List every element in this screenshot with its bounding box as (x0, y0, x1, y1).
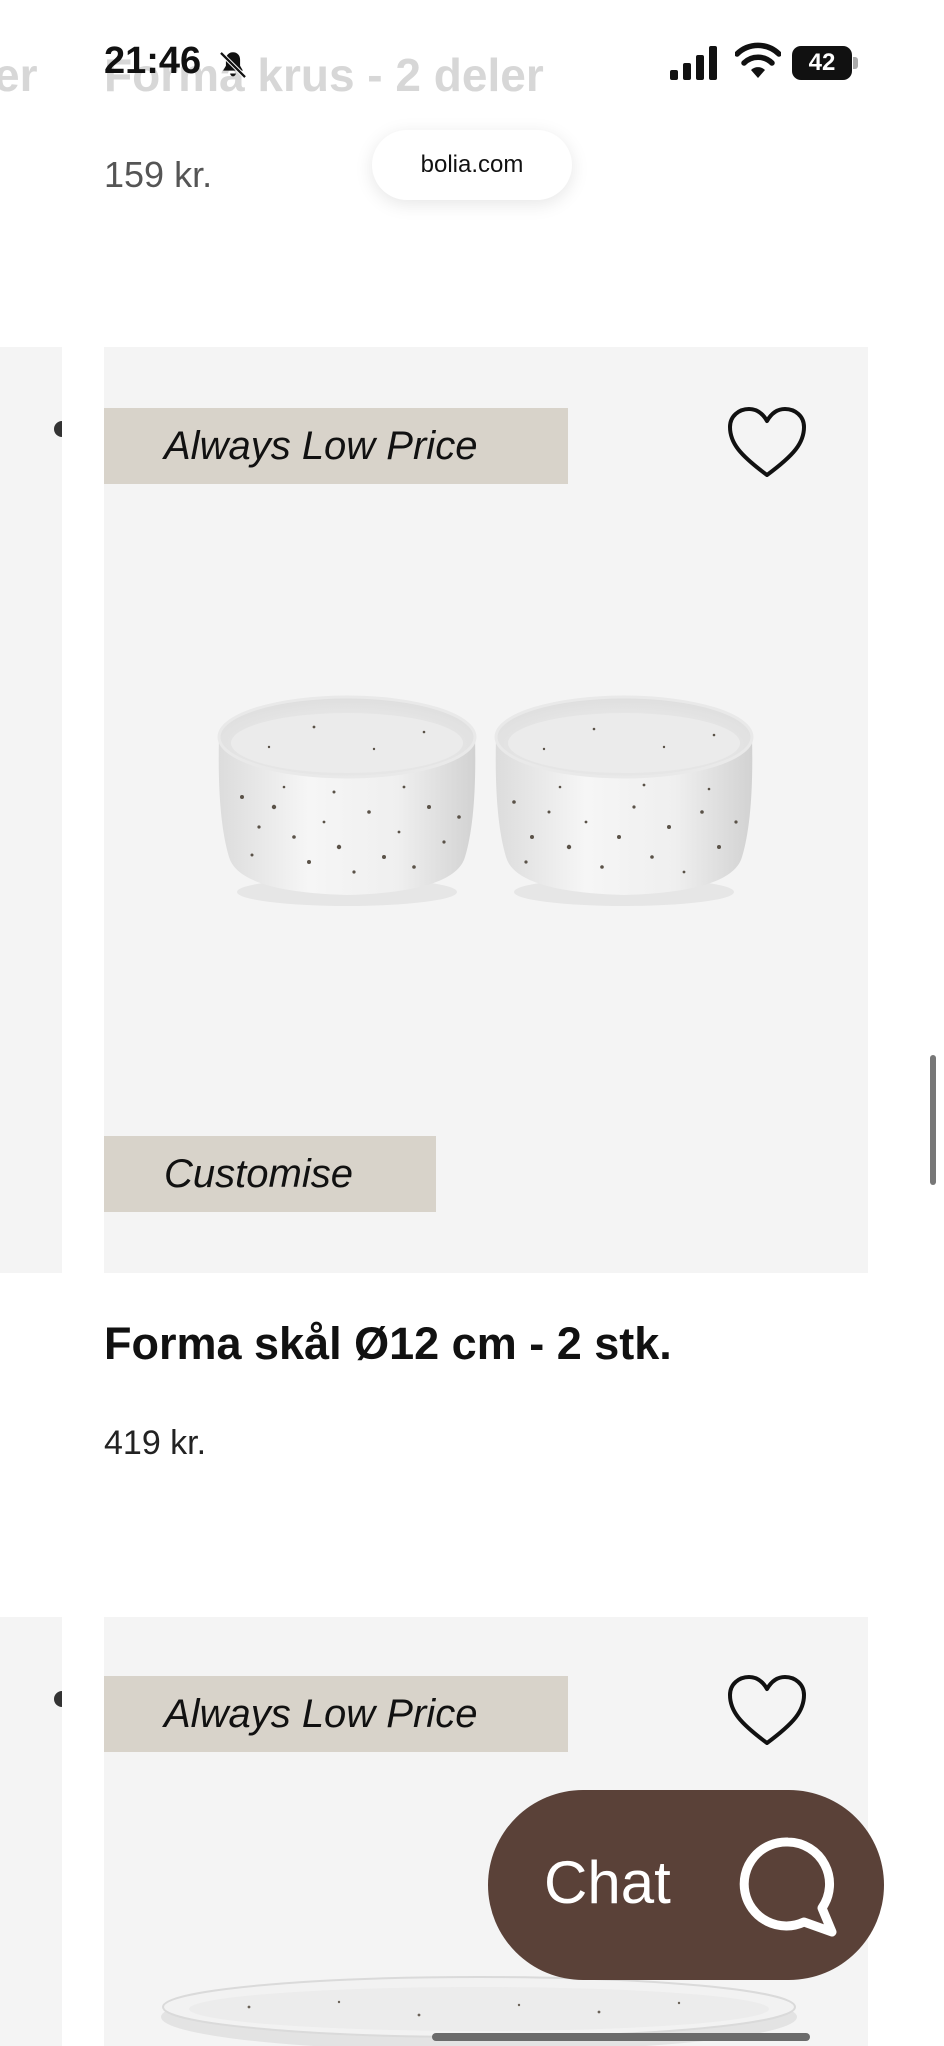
cellular-signal-icon (670, 46, 717, 80)
always-low-price-badge: Always Low Price (104, 408, 568, 484)
product-card[interactable]: Always Low Price (104, 347, 868, 1273)
customise-badge[interactable]: Customise (104, 1136, 436, 1212)
scrollbar-thumb[interactable] (930, 1055, 936, 1185)
product-name[interactable]: Forma skål Ø12 cm - 2 stk. (104, 1318, 672, 1370)
previous-product-price: 159 kr. (104, 154, 213, 195)
product-image-bowls[interactable] (214, 687, 774, 917)
status-time: 21:46 (104, 40, 202, 82)
always-low-price-badge: Always Low Price (104, 1676, 568, 1752)
status-bar: 21:46 42 (0, 0, 944, 120)
address-bar-url[interactable]: bolia.com (372, 130, 572, 200)
battery-level: 42 (808, 49, 836, 76)
left-card-heart-edge (54, 1691, 62, 1707)
left-card-heart-edge (54, 421, 62, 437)
battery-cap (853, 57, 858, 69)
wifi-icon (735, 42, 781, 78)
heart-icon[interactable] (726, 1673, 808, 1747)
battery-indicator: 42 (792, 46, 858, 80)
home-indicator (432, 2033, 810, 2041)
left-product-card-edge[interactable] (0, 347, 62, 1273)
left-product-card-edge[interactable] (0, 1617, 62, 2046)
product-price: 419 kr. (104, 1424, 207, 1462)
bowl-right (494, 695, 754, 906)
heart-icon[interactable] (726, 405, 808, 479)
bell-slash-icon (219, 51, 247, 79)
chat-button[interactable]: Chat (488, 1790, 884, 1980)
chat-button-label: Chat (544, 1849, 671, 1916)
bowl-left (217, 695, 477, 906)
chat-bubble-icon (739, 1837, 837, 1937)
